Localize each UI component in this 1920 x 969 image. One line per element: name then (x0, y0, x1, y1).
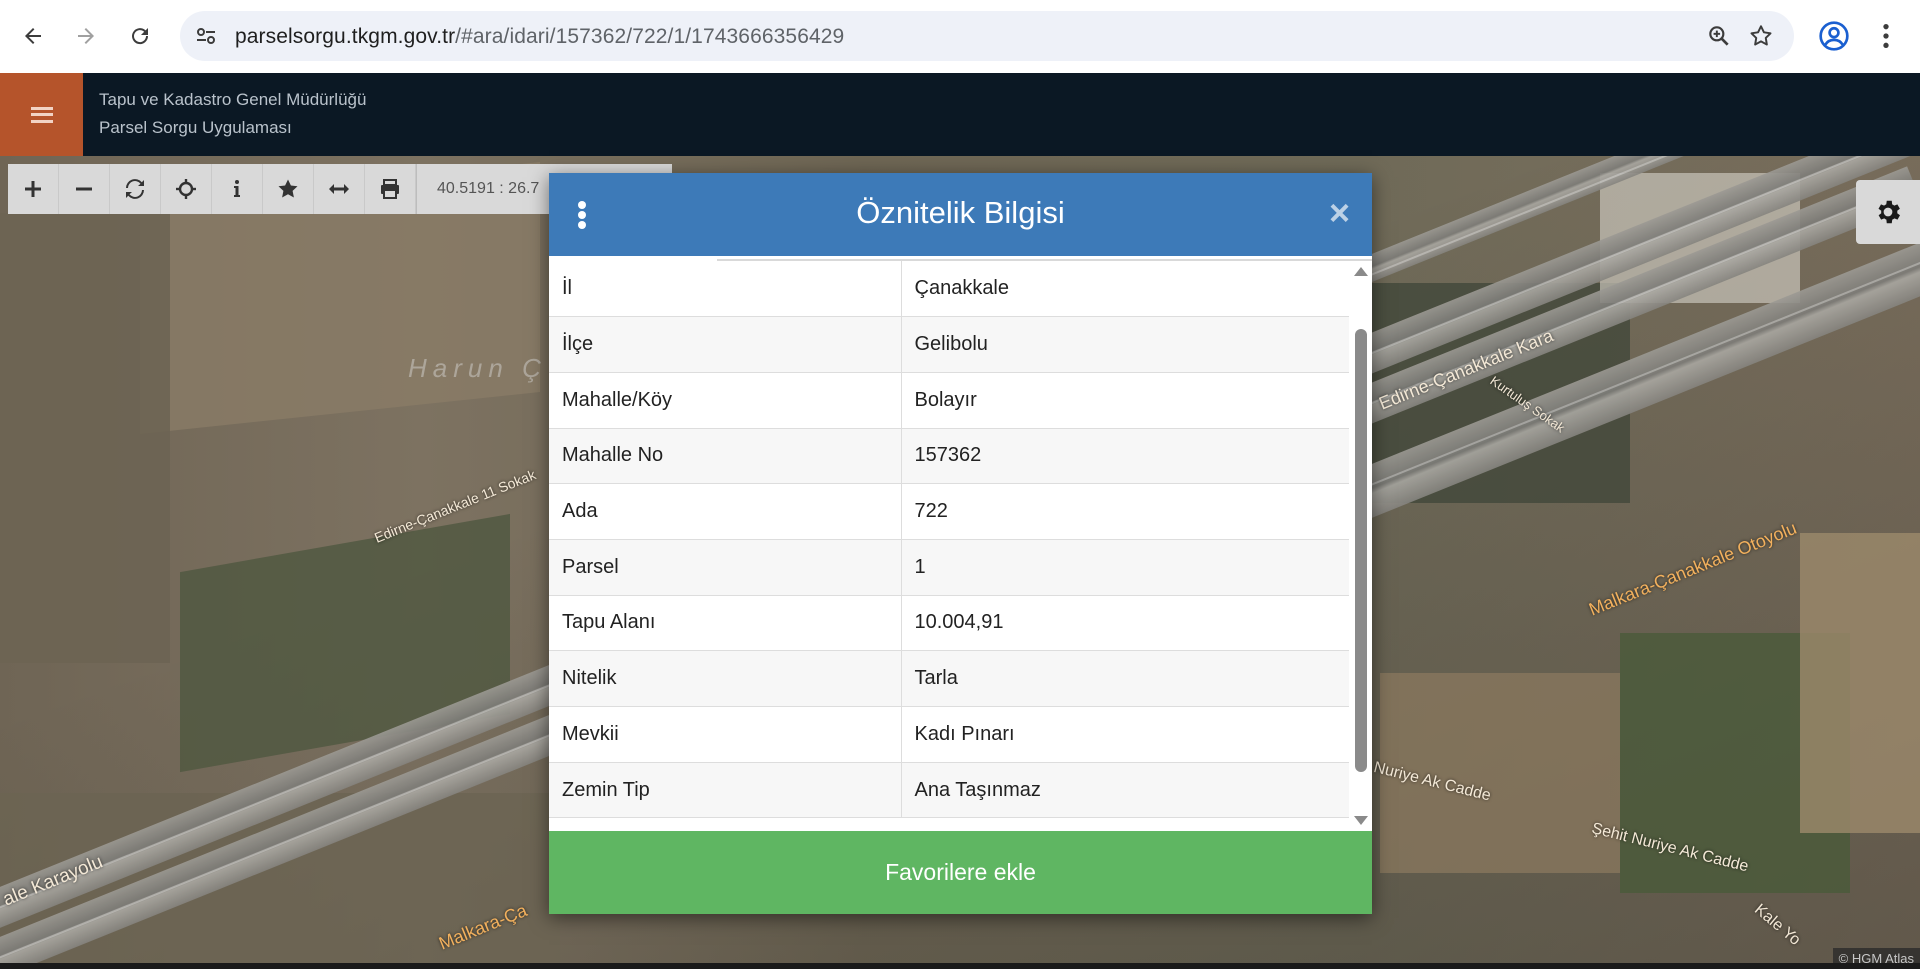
attribute-key: Ada (549, 483, 902, 540)
menu-dots-icon[interactable] (1870, 20, 1902, 52)
attribute-key: Nitelik (549, 650, 902, 707)
favorite-star-icon (278, 179, 298, 198)
attribute-value: Tarla (901, 650, 1349, 707)
address-bar[interactable]: parselsorgu.tkgm.gov.tr/#ara/idari/15736… (180, 11, 1794, 61)
reload-icon[interactable] (120, 16, 160, 56)
locate-button[interactable] (161, 164, 212, 214)
app-title: Tapu ve Kadastro Genel Müdürlüğü Parsel … (99, 86, 366, 142)
attribute-key: Mevkii (549, 706, 902, 763)
browser-chrome: parselsorgu.tkgm.gov.tr/#ara/idari/15736… (0, 0, 1920, 73)
zoom-icon[interactable] (1706, 23, 1732, 49)
attribute-value: 1 (901, 539, 1349, 596)
url-text: parselsorgu.tkgm.gov.tr/#ara/idari/15736… (235, 25, 845, 48)
zoom-in-button[interactable] (8, 164, 59, 214)
attribute-key: Parsel (549, 539, 902, 596)
app-title-line1: Tapu ve Kadastro Genel Müdürlüğü (99, 90, 367, 109)
print-button[interactable] (365, 164, 416, 214)
refresh-icon (126, 179, 144, 199)
back-arrow-icon[interactable] (13, 16, 53, 56)
table-row: Parsel 1 (549, 539, 1349, 596)
app-header: Tapu ve Kadastro Genel Müdürlüğü Parsel … (0, 73, 1920, 156)
scroll-down-icon[interactable] (1354, 816, 1368, 825)
attribute-key: İl (549, 261, 902, 318)
attribute-value: 722 (901, 483, 1349, 540)
site-settings-icon[interactable] (194, 24, 218, 48)
forward-arrow-icon[interactable] (66, 16, 106, 56)
table-row: Mahalle No 157362 (549, 428, 1349, 485)
app-title-line2: Parsel Sorgu Uygulaması (99, 118, 292, 137)
zoom-out-button[interactable] (59, 164, 110, 214)
hamburger-icon (30, 106, 53, 123)
favorites-button[interactable] (263, 164, 314, 214)
scroll-up-icon[interactable] (1354, 267, 1368, 276)
measure-icon (329, 184, 349, 194)
table-row: Tapu Alanı 10.004,91 (549, 595, 1349, 652)
measure-button[interactable] (314, 164, 365, 214)
info-button[interactable] (212, 164, 263, 214)
attribute-value: Kadı Pınarı (901, 706, 1349, 763)
print-icon (381, 179, 399, 199)
map-label: Malkara-Çanakkale Otoyolu (1586, 517, 1800, 620)
attribute-value: 10.004,91 (901, 595, 1349, 652)
info-icon (234, 180, 240, 197)
locate-icon (176, 179, 196, 199)
table-row: Nitelik Tarla (549, 650, 1349, 707)
attribute-key: Mahalle No (549, 428, 902, 485)
attribute-value: Gelibolu (901, 316, 1349, 373)
attribute-value: Bolayır (901, 372, 1349, 429)
bottom-edge-bar (0, 963, 1920, 969)
scrollbar-thumb[interactable] (1355, 329, 1367, 772)
refresh-button[interactable] (110, 164, 161, 214)
attribute-value: Ana Taşınmaz (901, 762, 1349, 819)
gear-icon (1878, 200, 1900, 224)
attribute-key: Zemin Tip (549, 762, 902, 819)
hamburger-menu-button[interactable] (0, 73, 83, 156)
attribute-value: 157362 (901, 428, 1349, 485)
map-field (0, 213, 170, 663)
zoom-in-icon (25, 181, 41, 197)
settings-button[interactable] (1856, 180, 1920, 244)
table-scrollbar[interactable] (1351, 261, 1370, 831)
map-label: Kale Yo (1751, 901, 1804, 949)
table-row: Mahalle/Köy Bolayır (549, 372, 1349, 429)
table-row: İl Çanakkale (549, 261, 1349, 318)
table-row: Ada 722 (549, 483, 1349, 540)
table-row: Mevkii Kadı Pınarı (549, 706, 1349, 763)
attribute-key: İlçe (549, 316, 902, 373)
map-label: Harun Ç (408, 353, 547, 383)
attribute-value: Çanakkale (901, 261, 1349, 318)
attribute-key: Mahalle/Köy (549, 372, 902, 429)
attribute-table-container[interactable]: İl Çanakkale İlçe Gelibolu Mahalle/Köy Bola… (549, 261, 1372, 831)
zoom-out-icon (76, 187, 92, 191)
dialog-title: Öznitelik Bilgisi (856, 195, 1065, 230)
profile-icon[interactable] (1818, 20, 1850, 52)
table-row: İlçe Gelibolu (549, 316, 1349, 373)
add-to-favorites-button[interactable]: Favorilere ekle (549, 831, 1372, 914)
close-icon[interactable]: × (1329, 193, 1350, 233)
attribute-info-dialog: Öznitelik Bilgisi × İl Çanakkale İlçe Geli… (549, 173, 1372, 914)
table-row: Zemin Tip Ana Taşınmaz (549, 762, 1349, 819)
dialog-header: Öznitelik Bilgisi × (549, 173, 1372, 256)
bookmark-star-icon[interactable] (1748, 23, 1774, 49)
map-field (1800, 533, 1920, 833)
attribute-table: İl Çanakkale İlçe Gelibolu Mahalle/Köy Bola… (549, 261, 1349, 819)
attribute-key: Tapu Alanı (549, 595, 902, 652)
